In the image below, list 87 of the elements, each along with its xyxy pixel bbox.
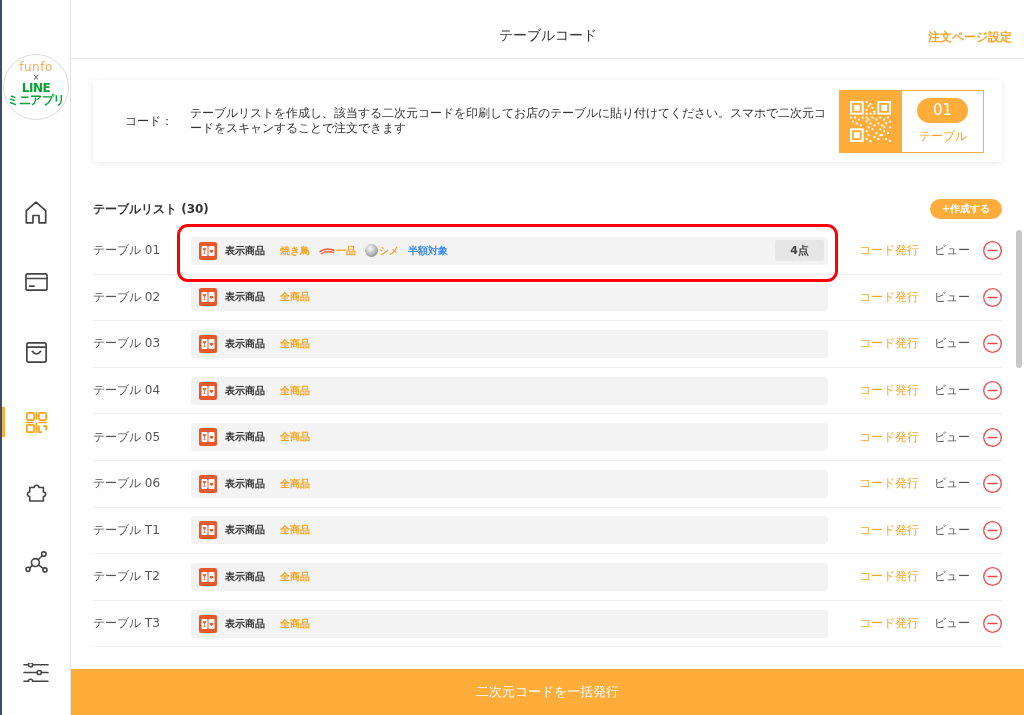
- table-name: テーブル 06: [93, 475, 162, 493]
- table-name: テーブル 02: [93, 288, 162, 306]
- product-label: 表示商品: [225, 569, 266, 584]
- view-link[interactable]: ビュー: [934, 335, 970, 353]
- menu-icon: [199, 288, 217, 307]
- product-bar[interactable]: 表示商品 全商品: [191, 283, 828, 312]
- card-icon[interactable]: [24, 273, 48, 291]
- menu-icon: [199, 614, 217, 633]
- remove-icon[interactable]: [983, 427, 1002, 447]
- description-text: テーブルリストを作成し、該当する二次元コードを印刷してお店のテーブルに貼り付けてください。スマホで二次元コードをスキャンすることで注文できます: [190, 106, 827, 136]
- tag-label: 焼き鳥: [280, 243, 310, 258]
- remove-icon[interactable]: [983, 381, 1002, 401]
- product-label: 表示商品: [225, 523, 266, 538]
- tag-label: 全商品: [280, 616, 310, 631]
- product-bar[interactable]: 表示商品 焼き鳥 一品 シメ 半額対象 4点: [191, 236, 828, 265]
- product-bar[interactable]: 表示商品 全商品: [191, 609, 828, 638]
- list-title: テーブルリスト (30): [93, 200, 209, 218]
- view-link[interactable]: ビュー: [934, 568, 970, 586]
- table-name: テーブル 03: [93, 335, 162, 353]
- view-link[interactable]: ビュー: [934, 428, 970, 446]
- table-name: テーブル T2: [93, 568, 161, 586]
- puzzle-icon[interactable]: [25, 482, 47, 502]
- table-name: テーブル 05: [93, 428, 162, 446]
- tag-label: 半額対象: [408, 243, 448, 258]
- product-bar[interactable]: 表示商品 全商品: [191, 562, 828, 591]
- product-bar[interactable]: 表示商品 全商品: [191, 330, 828, 358]
- tag-label: シメ: [379, 243, 399, 258]
- bag-icon[interactable]: [25, 341, 47, 363]
- table-name: テーブル T1: [93, 521, 161, 539]
- remove-icon[interactable]: [983, 334, 1002, 354]
- product-label: 表示商品: [225, 616, 266, 631]
- menu-icon: [199, 241, 217, 260]
- code-label: コード：: [125, 112, 174, 130]
- product-bar[interactable]: 表示商品 全商品: [191, 469, 828, 498]
- view-link[interactable]: ビュー: [934, 521, 970, 539]
- tag-label: 全商品: [280, 337, 310, 351]
- view-link[interactable]: ビュー: [934, 382, 970, 400]
- qr-code-icon[interactable]: [25, 411, 47, 433]
- sushi-icon: [319, 245, 335, 256]
- partner-name: LINE ミニアプリ: [6, 82, 66, 106]
- sliders-icon[interactable]: [21, 662, 51, 682]
- page-title: テーブルコード: [498, 27, 597, 45]
- table-name: テーブル 01: [93, 242, 162, 260]
- count-badge: 4点: [775, 240, 824, 262]
- menu-icon: [199, 381, 217, 400]
- remove-icon[interactable]: [983, 474, 1002, 494]
- menu-icon: [199, 474, 217, 493]
- ball-icon: [365, 244, 378, 258]
- table-number-pill: 01: [917, 97, 968, 123]
- view-link[interactable]: ビュー: [934, 288, 970, 306]
- view-link[interactable]: ビュー: [934, 615, 970, 633]
- table-caption: テーブル: [918, 127, 967, 145]
- view-link[interactable]: ビュー: [934, 242, 970, 260]
- tag-label: 全商品: [280, 569, 310, 584]
- view-link[interactable]: ビュー: [934, 475, 970, 493]
- menu-icon: [199, 335, 217, 353]
- tag-label: 一品: [336, 243, 356, 258]
- table-name: テーブル T3: [93, 615, 161, 633]
- tag-label: 全商品: [280, 383, 310, 398]
- remove-icon[interactable]: [983, 241, 1002, 261]
- network-icon[interactable]: [24, 551, 48, 573]
- product-label: 表示商品: [225, 476, 266, 491]
- menu-icon: [199, 428, 217, 447]
- product-label: 表示商品: [225, 383, 266, 398]
- product-label: 表示商品: [225, 243, 266, 258]
- menu-icon: [199, 567, 217, 586]
- brand-name: funfo: [19, 61, 53, 74]
- product-label: 表示商品: [225, 430, 266, 445]
- tag-label: 全商品: [280, 476, 310, 491]
- remove-icon[interactable]: [983, 520, 1002, 540]
- remove-icon[interactable]: [983, 567, 1002, 587]
- product-label: 表示商品: [225, 290, 266, 305]
- product-bar[interactable]: 表示商品 全商品: [191, 516, 828, 545]
- menu-icon: [199, 521, 217, 540]
- tag-label: 全商品: [280, 290, 310, 305]
- selection-indicator: [2, 407, 5, 437]
- remove-icon[interactable]: [983, 287, 1002, 307]
- separator-mark: ×: [32, 74, 40, 82]
- remove-icon[interactable]: [983, 614, 1002, 634]
- home-icon[interactable]: [25, 200, 47, 224]
- table-name: テーブル 04: [93, 382, 162, 400]
- tag-label: 全商品: [280, 430, 310, 445]
- product-bar[interactable]: 表示商品 全商品: [191, 423, 828, 452]
- product-label: 表示商品: [225, 337, 266, 351]
- product-bar[interactable]: 表示商品 全商品: [191, 376, 828, 405]
- tag-label: 全商品: [280, 523, 310, 538]
- scrollbar-thumb[interactable]: [1016, 230, 1022, 368]
